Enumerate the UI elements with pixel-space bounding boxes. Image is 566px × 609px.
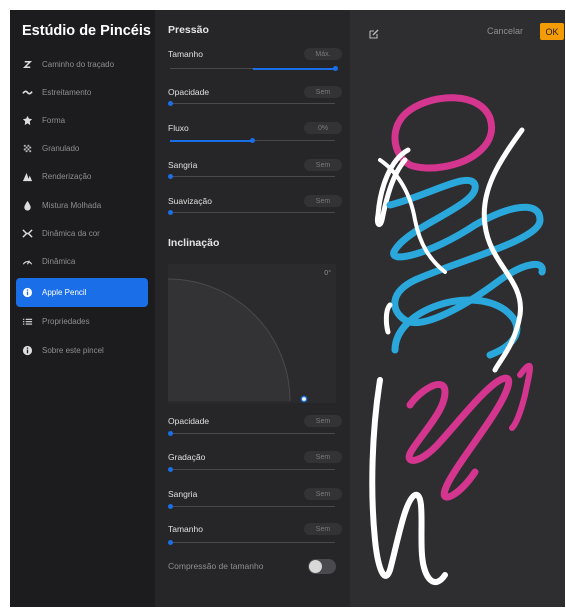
preview-strokes (369, 94, 546, 585)
grain-icon (16, 143, 38, 154)
taper-icon (16, 87, 38, 98)
sidebar-item-label: Propriedades (42, 316, 90, 326)
sidebar-item-label: Estreitamento (42, 87, 92, 97)
sidebar-title: Estúdio de Pincéis (22, 23, 151, 39)
brush-studio-window: Estúdio de Pincéis Caminho do traçado Es… (10, 10, 565, 607)
pressure-size-slider[interactable] (170, 66, 338, 71)
sidebar-item-stroke-path[interactable]: Caminho do traçado (16, 51, 148, 77)
sidebar-item-label: Dinâmica da cor (42, 228, 100, 238)
tilt-graph[interactable]: 0° (168, 264, 336, 403)
sidebar-item-label: Renderização (42, 171, 92, 181)
tilt-bleed-slider[interactable] (167, 504, 335, 509)
sidebar-item-rendering[interactable]: Renderização (16, 163, 148, 189)
pressure-flow-label: Fluxo (168, 123, 189, 133)
slider-knob[interactable] (167, 467, 173, 472)
sidebar-item-taper[interactable]: Estreitamento (16, 79, 148, 105)
dynamics-icon (16, 256, 38, 267)
tilt-opacity-value: Sem (304, 415, 342, 427)
pressure-opacity-slider[interactable] (167, 101, 335, 106)
sidebar-item-apple-pencil[interactable]: Apple Pencil (16, 278, 148, 307)
wet-mix-icon (16, 200, 38, 211)
pressure-flow-value: 0% (304, 122, 342, 134)
pressure-smoothing-value: Sem (304, 195, 342, 207)
pressure-smoothing-slider[interactable] (167, 210, 335, 215)
tilt-opacity-slider[interactable] (167, 431, 335, 436)
size-compression-label: Compressão de tamanho (168, 561, 264, 571)
pressure-size-label: Tamanho (168, 49, 203, 59)
sidebar-item-label: Dinâmica (42, 256, 76, 266)
sidebar: Estúdio de Pincéis Caminho do traçado Es… (10, 10, 155, 607)
tilt-section-title: Inclinação (168, 237, 220, 249)
sidebar-item-color-dynamics[interactable]: Dinâmica da cor (16, 220, 148, 246)
sidebar-item-label: Apple Pencil (42, 288, 87, 297)
size-compression-toggle[interactable] (308, 559, 336, 574)
sidebar-item-grain[interactable]: Granulado (16, 135, 148, 161)
tilt-size-slider[interactable] (167, 540, 335, 545)
rendering-icon (16, 171, 38, 182)
settings-panel: Pressão Tamanho Máx. Opacidade Sem Fluxo… (155, 10, 350, 607)
color-dynamics-icon (16, 228, 38, 239)
slider-knob[interactable] (167, 504, 173, 509)
tilt-bleed-value: Sem (304, 488, 342, 500)
stroke-path-icon (16, 59, 38, 70)
properties-icon (16, 316, 38, 327)
slider-knob[interactable] (250, 138, 255, 143)
toggle-knob (309, 560, 322, 573)
tilt-gradation-label: Gradação (168, 452, 206, 462)
apple-pencil-icon (16, 287, 38, 298)
pressure-opacity-value: Sem (304, 86, 342, 98)
tilt-size-label: Tamanho (168, 524, 203, 534)
slider-knob[interactable] (167, 431, 173, 436)
tilt-bleed-label: Sangria (168, 489, 198, 499)
tilt-opacity-label: Opacidade (168, 416, 210, 426)
slider-knob[interactable] (167, 174, 173, 179)
sidebar-item-shape[interactable]: Forma (16, 107, 148, 133)
tilt-gradation-slider[interactable] (167, 467, 335, 472)
drawing-pad[interactable]: Cancelar OK (350, 10, 565, 607)
slider-knob[interactable] (332, 66, 338, 71)
pressure-bleed-slider[interactable] (167, 174, 335, 179)
sidebar-item-label: Forma (42, 115, 66, 125)
slider-knob[interactable] (167, 101, 173, 106)
tilt-quarter-circle (168, 278, 308, 403)
sidebar-item-properties[interactable]: Propriedades (16, 308, 148, 334)
sidebar-item-label: Mistura Molhada (42, 200, 102, 210)
pressure-flow-slider[interactable] (170, 138, 335, 143)
pressure-bleed-label: Sangria (168, 160, 198, 170)
sidebar-item-wet-mix[interactable]: Mistura Molhada (16, 192, 148, 218)
tilt-gradation-value: Sem (304, 451, 342, 463)
pressure-bleed-value: Sem (304, 159, 342, 171)
sidebar-item-label: Granulado (42, 143, 80, 153)
shape-icon (16, 115, 38, 126)
info-icon (16, 345, 38, 356)
slider-knob[interactable] (167, 540, 173, 545)
slider-knob[interactable] (167, 210, 173, 215)
tilt-size-value: Sem (304, 523, 342, 535)
tilt-angle-label: 0° (324, 270, 331, 277)
sidebar-item-label: Sobre este pincel (42, 345, 104, 355)
pressure-opacity-label: Opacidade (168, 87, 210, 97)
sidebar-item-label: Caminho do traçado (42, 59, 115, 69)
pressure-size-value: Máx. (304, 48, 342, 60)
sidebar-item-about-brush[interactable]: Sobre este pincel (16, 337, 148, 363)
sidebar-item-dynamics[interactable]: Dinâmica (16, 248, 148, 274)
pressure-smoothing-label: Suavização (168, 196, 212, 206)
pressure-section-title: Pressão (168, 24, 209, 36)
